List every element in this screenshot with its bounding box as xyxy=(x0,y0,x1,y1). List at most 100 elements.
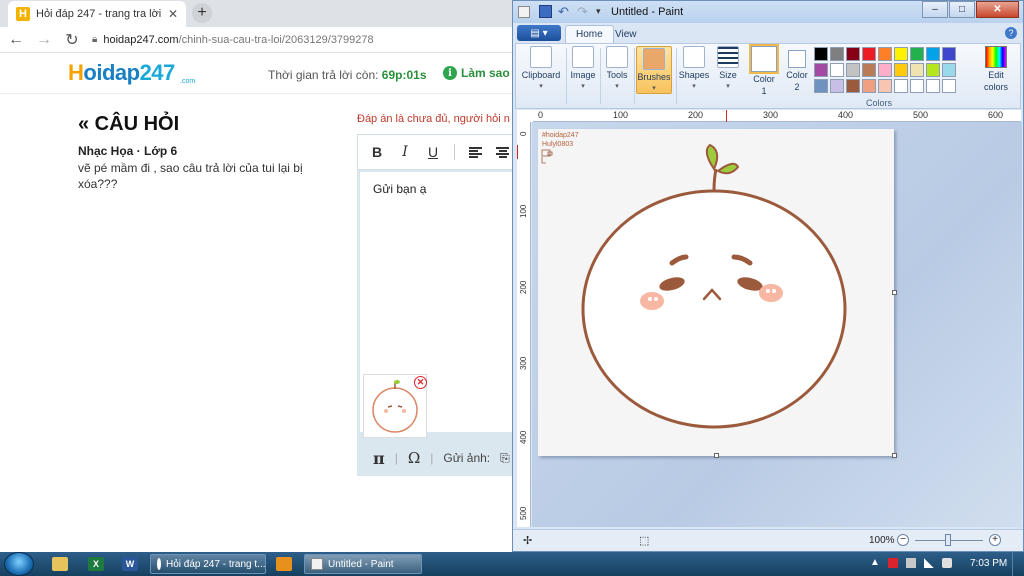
palette-swatch[interactable] xyxy=(862,47,876,61)
question-heading[interactable]: « CÂU HỎI xyxy=(78,113,179,136)
palette-swatch[interactable] xyxy=(894,47,908,61)
palette-swatch[interactable] xyxy=(942,47,956,61)
remove-image-icon[interactable]: ✕ xyxy=(414,376,427,389)
back-arrow-icon[interactable]: ← xyxy=(8,31,24,49)
shapes-group[interactable]: Shapes ▾ xyxy=(678,46,710,90)
drawing-canvas[interactable]: #hoidap247 Hulyl0803 xyxy=(538,129,894,456)
taskbar-chrome-window[interactable]: Hỏi đáp 247 - trang t... xyxy=(150,554,266,574)
palette-swatch[interactable] xyxy=(814,63,828,77)
zoom-slider-thumb[interactable] xyxy=(945,534,951,546)
palette-swatch[interactable] xyxy=(910,47,924,61)
tab-view[interactable]: View xyxy=(605,25,647,43)
clipboard-group[interactable]: Clipboard ▾ xyxy=(520,46,562,90)
battery-icon[interactable] xyxy=(905,557,916,568)
address-bar[interactable]: 🔒︎ hoidap247.com/chinh-sua-cau-tra-loi/2… xyxy=(92,34,374,46)
chrome-icon xyxy=(157,558,161,570)
palette-swatch[interactable] xyxy=(878,63,892,77)
media-player-icon[interactable] xyxy=(270,555,298,573)
customize-qat-icon[interactable]: ▾ xyxy=(596,5,609,18)
minimize-button[interactable]: ‒ xyxy=(922,1,948,18)
help-icon[interactable]: ? xyxy=(1005,27,1017,39)
image-group[interactable]: Image ▾ xyxy=(568,46,598,90)
bold-button[interactable]: B xyxy=(370,144,384,160)
answer-timer: Thời gian trả lời còn: 69p:01s xyxy=(268,68,427,82)
taskbar-paint-window[interactable]: Untitled - Paint xyxy=(304,554,422,574)
cursor-y-marker xyxy=(517,145,518,159)
paperclip-icon[interactable]: ⎘ xyxy=(500,451,510,466)
palette-swatch[interactable] xyxy=(846,63,860,77)
palette-swatch[interactable] xyxy=(814,79,828,93)
palette-swatch[interactable] xyxy=(910,79,924,93)
palette-swatch[interactable] xyxy=(878,47,892,61)
help-link[interactable]: i Làm sao đ xyxy=(443,66,520,80)
special-char-button[interactable]: Ω xyxy=(408,449,420,467)
paint-window: ↶ ↷ ▾ Untitled - Paint ‒ □ ✕ ▤ ▾ Home Vi… xyxy=(512,0,1024,552)
palette-swatch[interactable] xyxy=(942,63,956,77)
palette-swatch[interactable] xyxy=(830,63,844,77)
maximize-button[interactable]: □ xyxy=(949,1,975,18)
palette-swatch[interactable] xyxy=(894,79,908,93)
show-desktop-button[interactable] xyxy=(1012,552,1024,576)
palette-swatch[interactable] xyxy=(926,79,940,93)
palette-swatch[interactable] xyxy=(862,63,876,77)
new-tab-button[interactable]: + xyxy=(192,3,212,23)
undo-icon[interactable]: ↶ xyxy=(558,5,571,18)
save-icon[interactable] xyxy=(539,5,552,18)
flag-icon[interactable] xyxy=(887,557,898,568)
palette-swatch[interactable] xyxy=(830,47,844,61)
math-formula-button[interactable]: π xyxy=(373,449,385,468)
palette-swatch[interactable] xyxy=(910,63,924,77)
tools-group[interactable]: Tools ▾ xyxy=(602,46,632,90)
send-image-label: Gửi ảnh: xyxy=(443,451,491,465)
paint-titlebar[interactable]: ↶ ↷ ▾ Untitled - Paint ‒ □ ✕ xyxy=(513,1,1023,23)
cursor-position-icon: ✢ xyxy=(523,535,533,547)
resize-handle-right[interactable] xyxy=(892,290,897,295)
palette-swatch[interactable] xyxy=(846,79,860,93)
close-window-button[interactable]: ✕ xyxy=(976,1,1019,18)
align-left-icon[interactable] xyxy=(469,146,482,158)
color1-selector[interactable]: Color 1 xyxy=(749,44,779,96)
show-hidden-icons[interactable]: ▲ xyxy=(870,557,880,568)
palette-swatch[interactable] xyxy=(846,47,860,61)
file-explorer-icon[interactable] xyxy=(46,555,74,573)
palette-swatch[interactable] xyxy=(926,63,940,77)
palette-swatch[interactable] xyxy=(862,79,876,93)
browser-tab[interactable]: H Hỏi đáp 247 - trang tra lời ✕ xyxy=(8,1,186,27)
taskbar-clock[interactable]: 7:03 PM xyxy=(970,558,1007,569)
palette-swatch[interactable] xyxy=(878,79,892,93)
close-tab-icon[interactable]: ✕ xyxy=(168,7,178,21)
brushes-group[interactable]: Brushes ▾ xyxy=(636,46,672,94)
palette-swatch[interactable] xyxy=(830,79,844,93)
network-icon[interactable] xyxy=(923,557,934,568)
site-logo[interactable]: Hoidap247 xyxy=(68,60,175,86)
underline-button[interactable]: U xyxy=(426,144,440,160)
excel-icon[interactable]: X xyxy=(82,555,110,573)
color2-selector[interactable]: Color 2 xyxy=(784,46,810,92)
palette-swatch[interactable] xyxy=(926,47,940,61)
align-center-icon[interactable] xyxy=(496,146,509,158)
palette-swatch[interactable] xyxy=(942,79,956,93)
resize-handle-corner[interactable] xyxy=(892,453,897,458)
paint-app-icon[interactable] xyxy=(518,6,530,18)
paint-status-bar: ✢ ⬚ 100% − + xyxy=(513,529,1023,551)
start-button[interactable] xyxy=(4,552,34,576)
color2-swatch xyxy=(788,50,806,68)
redo-icon[interactable]: ↷ xyxy=(577,5,590,18)
volume-icon[interactable] xyxy=(941,557,952,568)
size-group[interactable]: Size ▾ xyxy=(714,46,742,90)
word-icon[interactable]: W xyxy=(116,555,144,573)
lock-icon: 🔒︎ xyxy=(92,34,98,45)
italic-button[interactable]: I xyxy=(398,144,412,160)
resize-handle-bottom[interactable] xyxy=(714,453,719,458)
zoom-out-button[interactable]: − xyxy=(897,534,909,546)
palette-swatch[interactable] xyxy=(814,47,828,61)
paint-file-menu[interactable]: ▤ ▾ xyxy=(517,25,561,41)
zoom-in-button[interactable]: + xyxy=(989,534,1001,546)
palette-swatch[interactable] xyxy=(894,63,908,77)
cursor-x-marker xyxy=(726,110,727,122)
sprout-drawing xyxy=(541,143,847,429)
reload-icon[interactable]: ↻ xyxy=(64,30,80,50)
edit-colors-button[interactable]: Edit colors xyxy=(978,46,1014,92)
zoom-level: 100% xyxy=(869,535,895,546)
forward-arrow-icon[interactable]: → xyxy=(36,31,52,49)
